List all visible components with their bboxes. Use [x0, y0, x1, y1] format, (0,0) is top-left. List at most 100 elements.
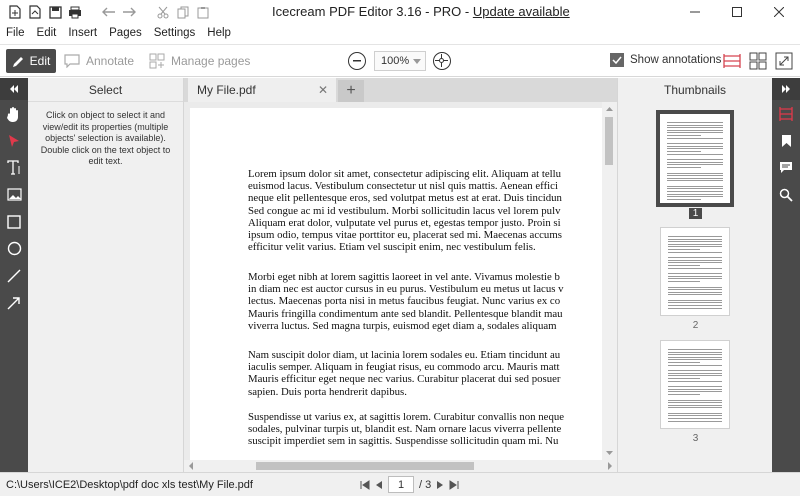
paste-icon[interactable] [196, 5, 210, 19]
page-width-button[interactable] [722, 51, 742, 71]
app-title: Icecream PDF Editor 3.16 - PRO - [272, 4, 473, 19]
fit-width-icon [723, 54, 741, 68]
close-button[interactable] [758, 0, 800, 24]
fit-page-button[interactable] [433, 52, 451, 70]
thumbnail-page-1[interactable] [656, 110, 734, 207]
expand-icon [775, 52, 793, 70]
collapse-left-panel-button[interactable] [0, 78, 28, 100]
show-annotations-toggle[interactable]: Show annotations [610, 53, 721, 67]
undo-icon[interactable] [102, 5, 116, 19]
redo-icon[interactable] [122, 5, 136, 19]
first-page-icon[interactable] [360, 479, 370, 490]
status-bar: C:\Users\ICE2\Desktop\pdf doc xls test\M… [0, 472, 800, 496]
new-tab-button[interactable]: + [338, 80, 364, 102]
document-tabs: My File.pdf ✕ + [184, 78, 617, 102]
scroll-up-icon[interactable] [602, 104, 617, 114]
menu-settings[interactable]: Settings [154, 27, 196, 39]
search-icon [779, 188, 793, 202]
edit-mode-button[interactable]: Edit [6, 49, 56, 73]
select-panel-help-text: Click on object to select it and view/ed… [40, 110, 171, 166]
tab-label: My File.pdf [197, 83, 256, 97]
zoom-out-button[interactable] [348, 52, 366, 70]
text-tool-button[interactable] [0, 154, 28, 181]
rectangle-tool-button[interactable] [0, 208, 28, 235]
scroll-left-icon[interactable] [186, 460, 196, 472]
print-icon[interactable] [68, 5, 82, 19]
select-tool-button[interactable] [0, 127, 28, 154]
close-tab-icon[interactable]: ✕ [318, 83, 328, 97]
document-viewport[interactable]: Lorem ipsum dolor sit amet, consectetur … [184, 102, 617, 460]
menu-edit[interactable]: Edit [37, 27, 57, 39]
search-panel-button[interactable] [772, 181, 800, 208]
quick-access-toolbar [0, 0, 210, 24]
thumbnails-title: Thumbnails [663, 83, 727, 97]
thumbnails-panel-button[interactable] [772, 100, 800, 127]
minus-icon [353, 60, 361, 62]
ellipse-tool-button[interactable] [0, 235, 28, 262]
paragraph[interactable]: Nam suscipit dolor diam, ut lacinia lore… [248, 349, 604, 398]
update-available-link[interactable]: Update available [473, 4, 570, 19]
comment-icon [64, 54, 80, 68]
last-page-icon[interactable] [449, 479, 459, 490]
window-controls [674, 0, 800, 24]
paragraph[interactable]: Morbi eget nibh at lorem sagittis laoree… [248, 271, 604, 332]
maximize-button[interactable] [716, 0, 758, 24]
thumbnail-page-2[interactable] [660, 227, 730, 316]
page-navigator: 1 / 3 [360, 476, 459, 493]
text-icon [7, 160, 20, 175]
previous-page-icon[interactable] [375, 480, 383, 490]
arrow-tool-button[interactable] [0, 289, 28, 316]
tab-my-file[interactable]: My File.pdf ✕ [188, 78, 336, 102]
pdf-page[interactable]: Lorem ipsum dolor sit amet, consectetur … [190, 108, 604, 460]
page-layout-button[interactable] [748, 51, 768, 71]
current-page-input[interactable]: 1 [388, 476, 414, 493]
arrow-icon [7, 296, 20, 309]
annotate-mode-button[interactable]: Annotate [64, 49, 134, 73]
bookmarks-panel-button[interactable] [772, 127, 800, 154]
image-icon [6, 188, 22, 201]
paragraph[interactable]: Suspendisse ut varius ex, at sagittis lo… [248, 411, 604, 448]
double-chevron-right-icon [782, 85, 790, 93]
next-page-icon[interactable] [436, 480, 444, 490]
menu-insert[interactable]: Insert [68, 27, 97, 39]
thumbnail-page-3[interactable] [660, 340, 730, 429]
cursor-arrow-icon [9, 134, 19, 147]
fullscreen-button[interactable] [774, 51, 794, 71]
menu-help[interactable]: Help [207, 27, 231, 39]
select-panel-title: Select [28, 78, 183, 102]
hand-tool-button[interactable] [0, 100, 28, 127]
horizontal-scroll-thumb[interactable] [256, 462, 474, 470]
comments-panel-button[interactable] [772, 154, 800, 181]
zoom-level-select[interactable]: 100% [374, 51, 426, 71]
image-tool-button[interactable] [0, 181, 28, 208]
pencil-icon [12, 56, 23, 67]
menu-file[interactable]: File [6, 27, 25, 39]
circle-icon [7, 241, 21, 256]
manage-pages-label: Manage pages [171, 54, 251, 68]
cut-icon[interactable] [156, 5, 170, 19]
vertical-scroll-thumb[interactable] [605, 117, 613, 165]
minimize-button[interactable] [674, 0, 716, 24]
bookmark-icon [781, 134, 791, 147]
paragraph[interactable]: Lorem ipsum dolor sit amet, consectetur … [248, 168, 604, 253]
thumbnail-page-number: 1 [618, 208, 773, 219]
open-file-icon[interactable] [28, 5, 42, 19]
select-panel: Select Click on object to select it and … [28, 78, 184, 472]
vertical-scrollbar[interactable] [602, 102, 617, 460]
collapse-right-panel-button[interactable] [772, 78, 800, 100]
annotate-mode-label: Annotate [86, 54, 135, 68]
copy-icon[interactable] [176, 5, 190, 19]
right-tools-rail [772, 78, 800, 472]
new-file-icon[interactable] [8, 5, 22, 19]
thumbnail-page-number: 2 [692, 320, 699, 331]
manage-pages-button[interactable]: Manage pages [149, 49, 250, 73]
scroll-down-icon[interactable] [602, 448, 617, 458]
horizontal-scrollbar[interactable] [184, 460, 617, 472]
line-tool-button[interactable] [0, 262, 28, 289]
pages-grid-icon [149, 53, 165, 69]
scroll-right-icon[interactable] [605, 460, 615, 472]
menu-pages[interactable]: Pages [109, 27, 142, 39]
save-icon[interactable] [48, 5, 62, 19]
zoom-level-value: 100% [381, 55, 410, 67]
show-annotations-checkbox[interactable] [610, 53, 624, 67]
